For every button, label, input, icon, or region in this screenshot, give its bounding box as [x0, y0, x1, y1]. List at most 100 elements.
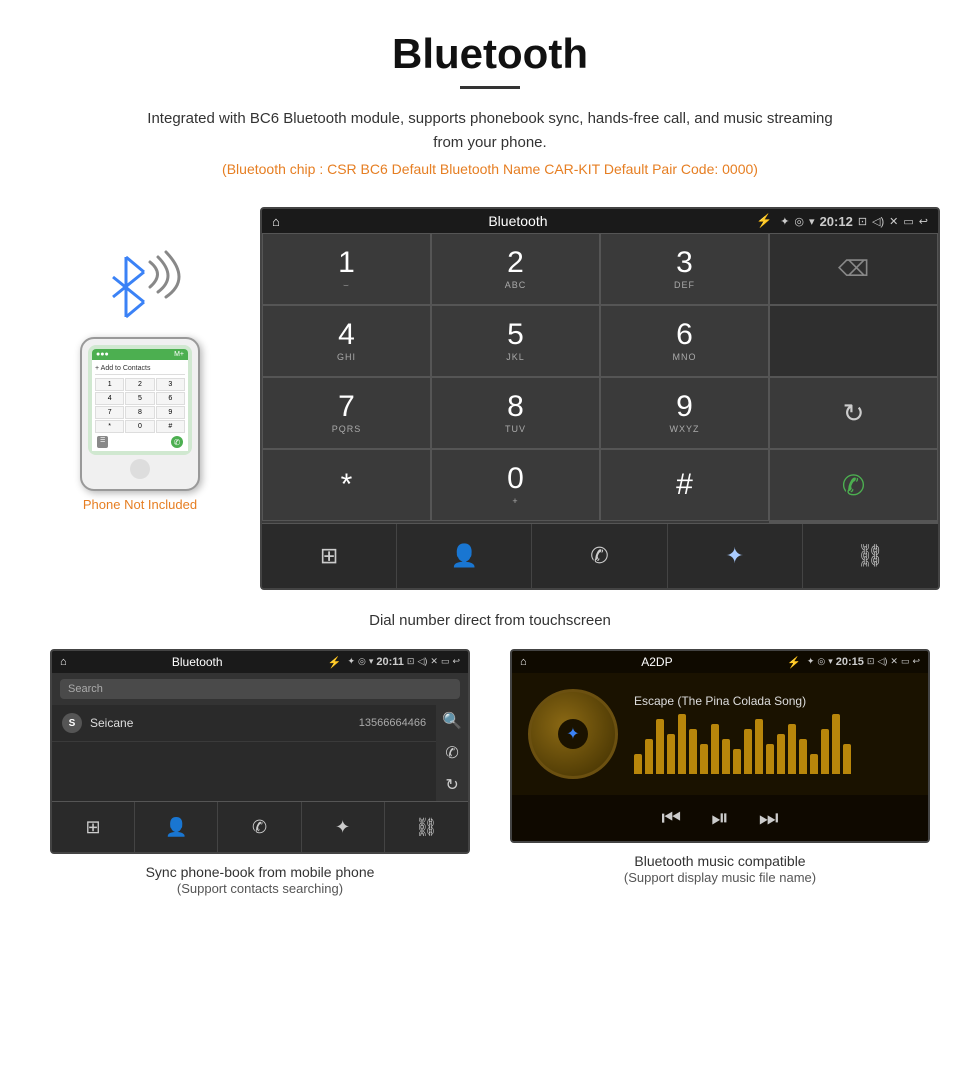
pb-bottom-contacts[interactable]: 👤	[135, 802, 218, 852]
phone-screen: ●●●M+ + Add to Contacts 123 456 789 *0# …	[88, 345, 192, 455]
pb-home-icon[interactable]: ⌂	[60, 656, 67, 668]
music-caption: Bluetooth music compatible (Support disp…	[614, 843, 826, 891]
dial-hangup-button[interactable]	[769, 521, 938, 523]
dial-key-0[interactable]: 0 +	[431, 449, 600, 521]
close-icon[interactable]: ✕	[889, 215, 898, 228]
dial-key-star[interactable]: *	[262, 449, 431, 521]
music-time: 20:15	[836, 656, 864, 668]
pb-refresh-icon[interactable]: ↻	[445, 775, 458, 795]
music-visualizer	[634, 714, 912, 774]
dialer-bottom-link[interactable]: ⛓	[803, 524, 938, 588]
pb-search-area: Search	[52, 673, 468, 705]
camera-icon[interactable]: ⊡	[858, 215, 867, 228]
visualizer-bar	[711, 724, 719, 774]
dial-key-2[interactable]: 2 ABC	[431, 233, 600, 305]
visualizer-bar	[667, 734, 675, 774]
dial-key-8[interactable]: 8 TUV	[431, 377, 600, 449]
music-playpause-button[interactable]: ⏯	[711, 805, 729, 831]
phonebook-screen: ⌂ Bluetooth ⚡ ✦ ◎ ▾ 20:11 ⊡ ◁) ✕ ▭ ↩ Sea…	[50, 649, 470, 854]
bt-status-icon: ✦	[780, 215, 789, 228]
pb-main-area: S Seicane 13566664466 🔍 ✆ ↻	[52, 705, 468, 801]
visualizer-bar	[689, 729, 697, 774]
phone-home-button	[130, 459, 150, 479]
pb-time: 20:11	[376, 656, 404, 668]
visualizer-bar	[810, 754, 818, 774]
phonebook-item: ⌂ Bluetooth ⚡ ✦ ◎ ▾ 20:11 ⊡ ◁) ✕ ▭ ↩ Sea…	[30, 649, 490, 902]
phone-screen-bar: ●●●M+	[92, 349, 188, 360]
visualizer-bar	[700, 744, 708, 774]
phone-not-included-label: Phone Not Included	[83, 497, 197, 512]
pb-volume-icon[interactable]: ◁)	[417, 656, 427, 668]
back-icon[interactable]: ↩	[919, 215, 928, 228]
pb-search-box[interactable]: Search	[60, 679, 460, 699]
music-camera-icon[interactable]: ⊡	[867, 656, 875, 668]
status-icons: ✦ ◎ ▾ 20:12 ⊡ ◁) ✕ ▭ ↩	[780, 214, 928, 229]
pb-window-icon[interactable]: ▭	[441, 656, 450, 668]
visualizer-bar	[777, 734, 785, 774]
dialer-bottom-contacts[interactable]: 👤	[397, 524, 532, 588]
dial-cell-empty-2	[769, 305, 938, 377]
dial-key-hash[interactable]: #	[600, 449, 769, 521]
music-volume-icon[interactable]: ◁)	[877, 656, 887, 668]
visualizer-bar	[678, 714, 686, 774]
visualizer-bar	[821, 729, 829, 774]
window-icon[interactable]: ▭	[903, 215, 913, 228]
pb-bottom-phone[interactable]: ✆	[218, 802, 301, 852]
dial-key-5[interactable]: 5 JKL	[431, 305, 600, 377]
pb-camera-icon[interactable]: ⊡	[407, 656, 415, 668]
pb-bottom-bluetooth[interactable]: ✦	[302, 802, 385, 852]
dial-key-3[interactable]: 3 DEF	[600, 233, 769, 305]
dial-key-4[interactable]: 4 GHI	[262, 305, 431, 377]
home-icon[interactable]: ⌂	[272, 214, 280, 229]
visualizer-bar	[766, 744, 774, 774]
music-prev-button[interactable]: ⏮	[661, 805, 681, 831]
dialer-screen: ⌂ Bluetooth ⚡ ✦ ◎ ▾ 20:12 ⊡ ◁) ✕ ▭ ↩ 1 ⌣	[260, 207, 940, 590]
dial-call-button[interactable]: ✆	[769, 449, 938, 521]
visualizer-bar	[843, 744, 851, 774]
main-section: ●●●M+ + Add to Contacts 123 456 789 *0# …	[0, 197, 980, 600]
dial-key-6[interactable]: 6 MNO	[600, 305, 769, 377]
page-specs: (Bluetooth chip : CSR BC6 Default Blueto…	[20, 161, 960, 177]
pb-list-area: S Seicane 13566664466	[52, 705, 436, 801]
music-home-icon[interactable]: ⌂	[520, 656, 527, 668]
pb-bottom-link[interactable]: ⛓	[385, 802, 468, 852]
dialer-bottom-grid[interactable]: ⊞	[262, 524, 397, 588]
music-content: ✦ Escape (The Pina Colada Song)	[512, 673, 928, 795]
music-loc-icon: ◎	[817, 656, 825, 668]
music-screen: ⌂ A2DP ⚡ ✦ ◎ ▾ 20:15 ⊡ ◁) ✕ ▭ ↩	[510, 649, 930, 843]
music-next-button[interactable]: ⏭	[759, 805, 779, 831]
volume-icon[interactable]: ◁)	[872, 215, 884, 228]
music-window-icon[interactable]: ▭	[901, 656, 910, 668]
dialer-bottom-phone[interactable]: ✆	[532, 524, 667, 588]
dial-key-7[interactable]: 7 PQRS	[262, 377, 431, 449]
music-bt-symbol: ✦	[566, 724, 579, 744]
pb-right-icons: 🔍 ✆ ↻	[436, 705, 468, 801]
pb-usb-icon: ⚡	[328, 656, 342, 669]
pb-back-icon[interactable]: ↩	[452, 656, 460, 668]
music-close-icon[interactable]: ✕	[890, 656, 898, 668]
pb-close-icon[interactable]: ✕	[430, 656, 438, 668]
dial-refresh[interactable]: ↻	[769, 377, 938, 449]
music-screen-title: A2DP	[533, 655, 781, 669]
pb-bt-icon: ✦	[347, 656, 355, 668]
music-back-icon[interactable]: ↩	[912, 656, 920, 668]
pb-contact-seicane[interactable]: S Seicane 13566664466	[52, 705, 436, 742]
pb-signal-icon: ▾	[369, 656, 374, 668]
pb-search-icon[interactable]: 🔍	[442, 711, 462, 731]
music-signal-icon: ▾	[828, 656, 833, 668]
music-info: Escape (The Pina Colada Song)	[634, 694, 912, 774]
pb-loc-icon: ◎	[358, 656, 366, 668]
pb-contact-number: 13566664466	[359, 717, 426, 729]
visualizer-bar	[645, 739, 653, 774]
bottom-section: ⌂ Bluetooth ⚡ ✦ ◎ ▾ 20:11 ⊡ ◁) ✕ ▭ ↩ Sea…	[0, 649, 980, 902]
pb-bottom-grid[interactable]: ⊞	[52, 802, 135, 852]
pb-call-icon[interactable]: ✆	[445, 743, 458, 763]
pb-status-icons: ✦ ◎ ▾ 20:11 ⊡ ◁) ✕ ▭ ↩	[347, 656, 460, 668]
dialer-bottom-bar: ⊞ 👤 ✆ ✦ ⛓	[262, 523, 938, 588]
visualizer-bar	[788, 724, 796, 774]
dial-key-9[interactable]: 9 WXYZ	[600, 377, 769, 449]
dial-key-1[interactable]: 1 ⌣	[262, 233, 431, 305]
page-title: Bluetooth	[20, 30, 960, 78]
visualizer-bar	[722, 739, 730, 774]
dialer-bottom-bluetooth[interactable]: ✦	[668, 524, 803, 588]
